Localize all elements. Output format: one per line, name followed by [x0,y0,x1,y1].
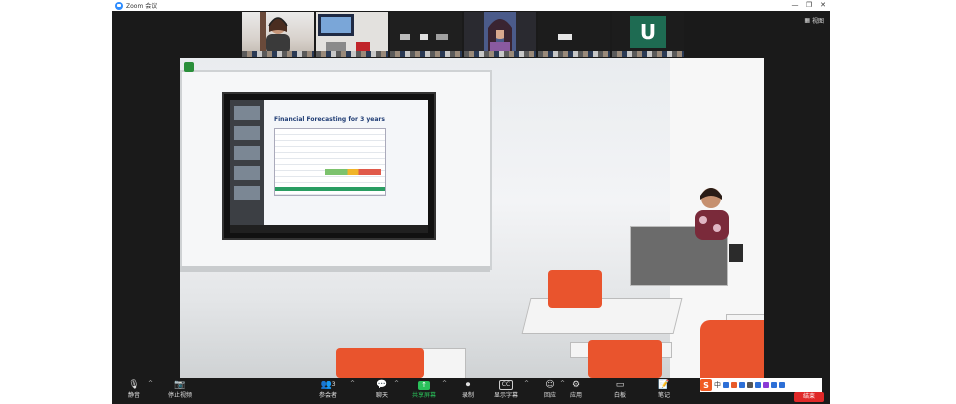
tv-display: Financial Forecasting for 3 years [222,92,436,240]
notes-button[interactable]: 📝 笔记 [642,378,686,404]
chevron-up-icon[interactable]: ^ [350,380,355,387]
taskbar [230,225,428,233]
participant-tile[interactable]: U [612,12,684,57]
notes-icon: 📝 [658,380,670,390]
chat-label: 聊天 [375,392,388,399]
emoji-icon [731,382,737,388]
name-label-blurred [464,51,536,57]
share-screen-button[interactable]: ↑ 共享屏幕 [402,378,446,404]
record-label: 录制 [461,392,474,399]
punctuation-icon [723,382,729,388]
chevron-up-icon[interactable]: ^ [148,380,153,387]
participant-tile[interactable] [464,12,536,57]
whiteboard-ledge [180,266,490,272]
desk [521,298,683,334]
sogou-ime-icon: S [700,379,712,391]
name-label-blurred [538,51,610,57]
main-video: Financial Forecasting for 3 years [180,58,764,378]
video-label: 停止视频 [167,392,192,399]
record-icon: ⏺ [465,380,471,390]
apps-button[interactable]: ⚙ 应用 [554,378,598,404]
apps-icon: ⚙ [571,380,581,390]
security-shield-icon[interactable] [184,62,194,72]
chevron-up-icon[interactable]: ^ [394,380,399,387]
chair [336,348,424,378]
share-screen-icon: ↑ [418,380,430,390]
desk [420,348,466,378]
whiteboard-icon: ▭ [615,380,625,390]
chat-icon: 💬 [376,380,388,390]
zoom-meeting-window: Zoom 会议 — ❐ ✕ ▦ 视图 U Financial Forecasti… [112,0,830,404]
avatar: U [630,16,666,48]
skin-icon [763,382,769,388]
chair [548,270,602,308]
keyboard-icon [747,382,753,388]
ime-mode: 中 [714,381,721,389]
slide-title: Financial Forecasting for 3 years [274,116,385,123]
grid-icon [779,382,785,388]
minimize-button[interactable]: — [788,0,802,11]
slide-table [274,128,386,196]
stop-video-button[interactable]: 📷 停止视频 [158,378,202,404]
name-label-blurred [316,51,388,57]
close-button[interactable]: ✕ [816,0,830,11]
name-label-blurred [390,51,462,57]
tools-icon [771,382,777,388]
end-meeting-button[interactable]: 结束 [794,392,824,402]
participants-label: 参会者 [318,392,337,399]
camera-icon: 📷 [174,380,186,390]
view-label: 视图 [811,18,824,25]
participants-count: 3 [331,381,336,388]
notes-label: 笔记 [657,392,670,399]
chair [588,340,662,378]
participant-tile[interactable] [390,12,462,57]
participant-tile[interactable] [538,12,610,57]
chair [700,320,764,378]
meeting-toolbar: 🎙 静音 ^ 📷 停止视频 👥 3 参会者 ^ 💬 聊天 ^ ↑ 共享屏幕 ^ … [112,378,830,404]
title-bar: Zoom 会议 — ❐ ✕ [112,0,830,11]
share-label: 共享屏幕 [411,392,436,399]
microphone-icon [739,382,745,388]
name-label-blurred [242,51,314,57]
whiteboard-label: 白板 [613,392,626,399]
ime-toolbar[interactable]: S 中 [700,378,822,392]
zoom-logo-icon [115,1,123,10]
captions-label: 显示字幕 [493,392,518,399]
presenter-person [695,188,743,262]
window-title: Zoom 会议 [126,3,158,10]
whiteboard-button[interactable]: ▭ 白板 [598,378,642,404]
captions-button[interactable]: CC 显示字幕 [484,378,528,404]
slide-thumbnails [230,100,264,225]
view-option[interactable]: ▦ 视图 [804,16,824,25]
participants-icon: 👥 [320,380,332,390]
grid-icon: ▦ [804,17,810,24]
shirt-icon [755,382,761,388]
participants-button[interactable]: 👥 3 参会者 [306,378,350,404]
name-label-blurred [612,51,684,57]
participant-tile[interactable] [316,12,388,57]
tv-screen: Financial Forecasting for 3 years [230,100,428,225]
participant-tile[interactable] [242,12,314,57]
mute-label: 静音 [127,392,140,399]
microphone-icon: 🎙 [128,380,140,390]
avatar-letter: U [639,20,657,44]
apps-label: 应用 [569,392,582,399]
restore-button[interactable]: ❐ [802,0,816,11]
cc-icon: CC [498,380,514,390]
participant-strip: U [242,12,684,57]
